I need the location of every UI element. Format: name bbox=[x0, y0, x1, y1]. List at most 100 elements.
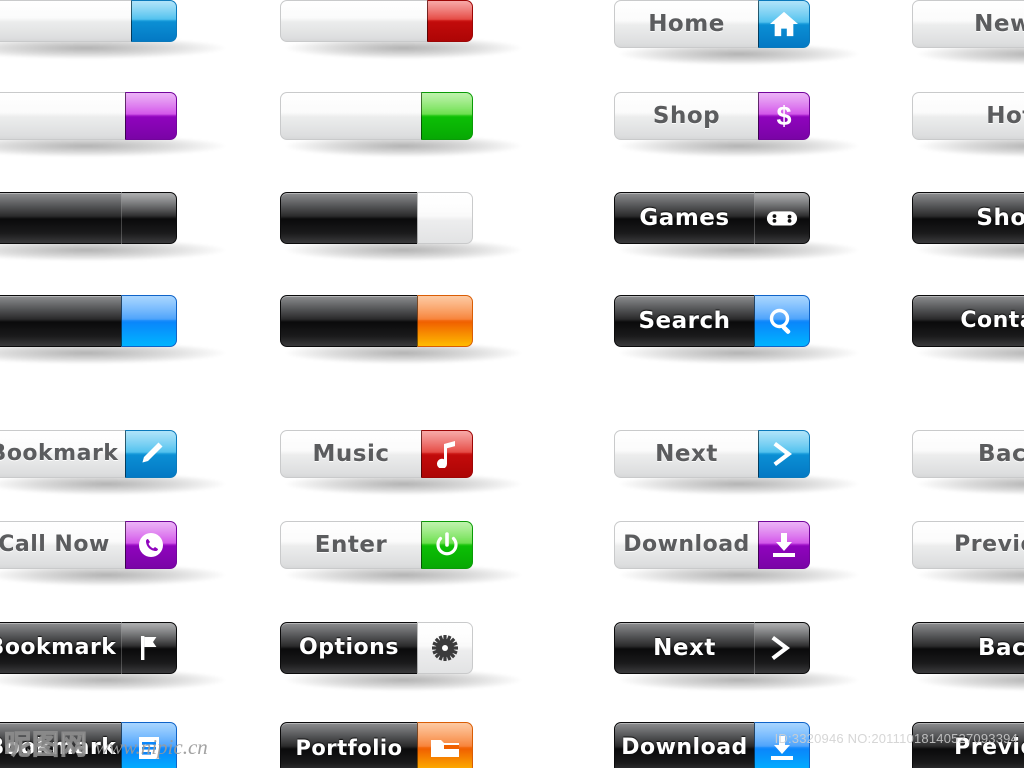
button-label: Portfolio bbox=[295, 735, 403, 760]
button-label: Bookmark bbox=[0, 635, 117, 660]
button-blank-13[interactable] bbox=[280, 295, 473, 347]
gamepad-icon[interactable] bbox=[754, 192, 810, 244]
blank-icon[interactable] bbox=[427, 0, 473, 42]
button-previous[interactable]: Previous bbox=[912, 722, 1024, 768]
button-body[interactable]: Next bbox=[614, 622, 754, 674]
phone-icon[interactable] bbox=[125, 521, 177, 569]
button-body[interactable] bbox=[280, 295, 417, 347]
button-body[interactable]: News bbox=[912, 0, 1024, 48]
blank-icon[interactable] bbox=[131, 0, 177, 42]
button-contact[interactable]: Contact bbox=[912, 295, 1024, 347]
house-icon[interactable] bbox=[758, 0, 810, 48]
gear-icon[interactable] bbox=[417, 622, 473, 674]
button-shop[interactable]: Shop bbox=[912, 192, 1024, 244]
button-blank-9[interactable] bbox=[280, 192, 473, 244]
button-body[interactable]: Download bbox=[614, 722, 754, 768]
button-body[interactable]: Back bbox=[912, 622, 1024, 674]
button-body[interactable] bbox=[0, 0, 131, 42]
button-download[interactable]: Download bbox=[614, 722, 810, 768]
button-previous[interactable]: Previous bbox=[912, 521, 1024, 569]
button-body[interactable]: Games bbox=[614, 192, 754, 244]
blank-icon[interactable] bbox=[421, 92, 473, 140]
flag-icon[interactable] bbox=[121, 622, 177, 674]
button-body[interactable]: Previous bbox=[912, 521, 1024, 569]
button-body[interactable]: Music bbox=[280, 430, 421, 478]
button-blank-12[interactable] bbox=[0, 295, 177, 347]
button-label: News bbox=[974, 10, 1024, 37]
button-body[interactable]: Shop bbox=[614, 92, 758, 140]
button-music[interactable]: Music bbox=[280, 430, 473, 478]
button-body[interactable]: Hot bbox=[912, 92, 1024, 140]
arrow-right-icon[interactable] bbox=[758, 430, 810, 478]
button-label: Bookmark bbox=[0, 441, 119, 466]
button-body[interactable]: Download bbox=[614, 521, 758, 569]
pencil-icon[interactable] bbox=[125, 430, 177, 478]
button-label: Contact bbox=[960, 308, 1024, 333]
button-label: Download bbox=[623, 532, 750, 557]
button-back[interactable]: Back bbox=[912, 622, 1024, 674]
button-label: Previous bbox=[954, 735, 1024, 760]
button-blank-0[interactable] bbox=[0, 0, 177, 42]
button-blank-4[interactable] bbox=[0, 92, 177, 140]
button-label: Music bbox=[312, 440, 390, 467]
button-portfolio[interactable]: Portfolio bbox=[280, 722, 473, 768]
button-body[interactable]: Bookmark bbox=[0, 430, 125, 478]
button-blank-8[interactable] bbox=[0, 192, 177, 244]
music-note-icon[interactable] bbox=[421, 430, 473, 478]
button-shop[interactable]: Shop $ bbox=[614, 92, 810, 140]
button-body[interactable]: Call Now bbox=[0, 521, 125, 569]
button-body[interactable]: Options bbox=[280, 622, 417, 674]
button-label: Options bbox=[299, 635, 399, 660]
button-body[interactable]: Next bbox=[614, 430, 758, 478]
button-next[interactable]: Next bbox=[614, 430, 810, 478]
doc-icon[interactable] bbox=[121, 722, 177, 768]
button-body[interactable] bbox=[280, 0, 427, 42]
button-games[interactable]: Games bbox=[614, 192, 810, 244]
button-blank-5[interactable] bbox=[280, 92, 473, 140]
dollar-icon[interactable]: $ bbox=[758, 92, 810, 140]
button-body[interactable]: Shop bbox=[912, 192, 1024, 244]
button-back[interactable]: Back bbox=[912, 430, 1024, 478]
button-body[interactable]: Contact bbox=[912, 295, 1024, 347]
magnifier-icon[interactable] bbox=[754, 295, 810, 347]
button-search[interactable]: Search bbox=[614, 295, 810, 347]
button-download[interactable]: Download bbox=[614, 521, 810, 569]
button-body[interactable]: Enter bbox=[280, 521, 421, 569]
blank-icon[interactable] bbox=[121, 192, 177, 244]
power-icon[interactable] bbox=[421, 521, 473, 569]
button-body[interactable] bbox=[0, 295, 121, 347]
button-body[interactable] bbox=[0, 92, 125, 140]
button-home[interactable]: Home bbox=[614, 0, 810, 48]
download-icon[interactable] bbox=[758, 521, 810, 569]
button-call-now[interactable]: Call Now bbox=[0, 521, 177, 569]
button-body[interactable] bbox=[0, 192, 121, 244]
button-bookmark[interactable]: Bookmark bbox=[0, 430, 177, 478]
button-body[interactable]: Search bbox=[614, 295, 754, 347]
button-body[interactable]: Back bbox=[912, 430, 1024, 478]
arrow-right-icon[interactable] bbox=[754, 622, 810, 674]
button-bookmark[interactable]: Bookmark bbox=[0, 622, 177, 674]
button-news[interactable]: News bbox=[912, 0, 1024, 48]
button-body[interactable] bbox=[280, 92, 421, 140]
button-body[interactable] bbox=[280, 192, 417, 244]
button-options[interactable]: Options bbox=[280, 622, 473, 674]
button-blank-1[interactable] bbox=[280, 0, 473, 42]
blank-icon[interactable] bbox=[125, 92, 177, 140]
button-body[interactable]: Home bbox=[614, 0, 758, 48]
blank-icon[interactable] bbox=[417, 295, 473, 347]
button-body[interactable]: Previous bbox=[912, 722, 1024, 768]
button-label: Shop bbox=[976, 204, 1024, 231]
download-icon[interactable] bbox=[754, 722, 810, 768]
button-hot[interactable]: Hot bbox=[912, 92, 1024, 140]
button-next[interactable]: Next bbox=[614, 622, 810, 674]
blank-icon[interactable] bbox=[121, 295, 177, 347]
button-enter[interactable]: Enter bbox=[280, 521, 473, 569]
button-bookmark[interactable]: Bookmark bbox=[0, 722, 177, 768]
blank-icon[interactable] bbox=[417, 192, 473, 244]
button-label: Search bbox=[638, 307, 731, 334]
button-label: Call Now bbox=[0, 532, 110, 557]
button-body[interactable]: Bookmark bbox=[0, 622, 121, 674]
button-body[interactable]: Portfolio bbox=[280, 722, 417, 768]
folder-icon[interactable] bbox=[417, 722, 473, 768]
button-body[interactable]: Bookmark bbox=[0, 722, 121, 768]
